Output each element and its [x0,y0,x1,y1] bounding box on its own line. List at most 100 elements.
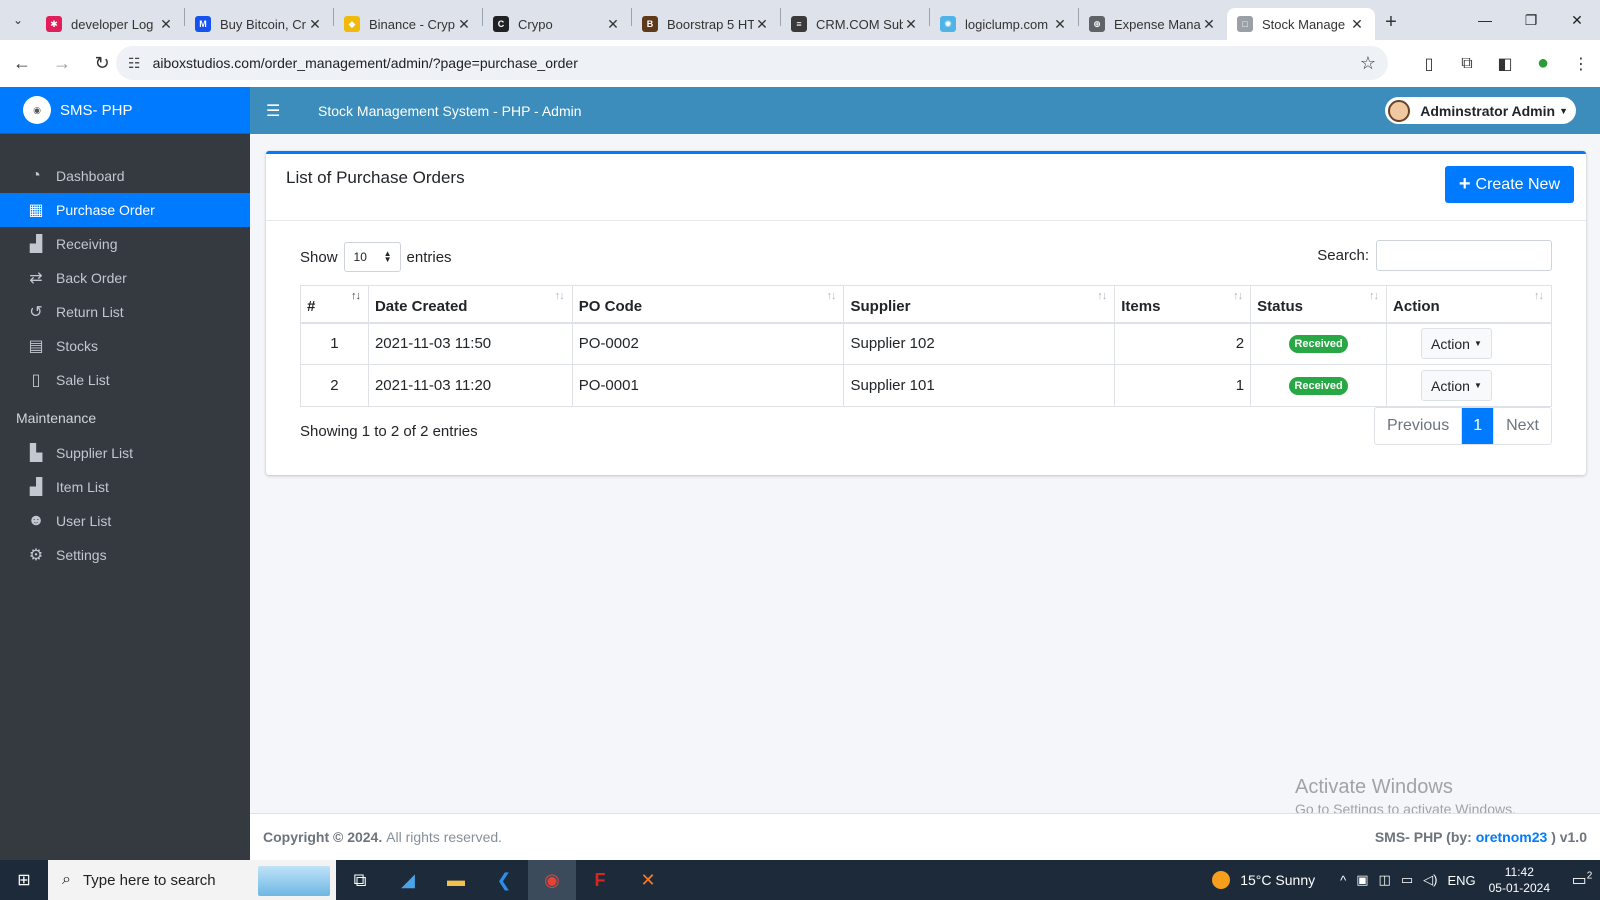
column-header[interactable]: Date Created ↑↓ [367,285,573,324]
action-dropdown-button[interactable]: Action ▼ [1421,328,1492,360]
windows-start-icon[interactable]: ⊞ [0,860,48,900]
tray-app-icon[interactable]: ▣ [1356,872,1368,888]
filezilla-icon[interactable]: F [576,860,624,900]
column-header[interactable]: Status ↑↓ [1250,285,1388,324]
network-icon[interactable]: ▭ [1401,872,1413,888]
clock[interactable]: 11:42 05-01-2024 [1489,864,1550,896]
sidebar-item-return-list[interactable]: ↺ Return List [0,295,250,329]
page-length-select[interactable]: 10 ▲ ▼ [343,242,401,272]
browser-tab[interactable]: B Boorstrap 5 HT ✕ [632,8,780,40]
browser-tab[interactable]: ✱ developer Log ✕ [36,8,184,40]
puzzle-icon[interactable]: ⧉ [1448,55,1486,73]
column-header-label: Date Created [374,298,468,316]
taskbar-search[interactable]: ⌕ Type here to search [48,860,336,900]
page-length-value: 10 [353,250,367,264]
sidepanel-icon[interactable]: ◧ [1486,54,1524,74]
column-header[interactable]: Action ↑↓ [1386,285,1552,324]
search-input[interactable] [1376,240,1552,271]
app-icon[interactable]: ◢ [384,860,432,900]
omnibox[interactable]: ☷ aiboxstudios.com/order_management/admi… [116,46,1388,80]
browser-tab[interactable]: ⊕ Expense Mana ✕ [1079,8,1227,40]
hamburger-menu-icon[interactable]: ☰ [266,101,286,121]
sidebar-item-back-order[interactable]: ⇄ Back Order [0,261,250,295]
pagination-next[interactable]: Next [1494,408,1551,444]
restore-icon[interactable]: ❐ [1508,0,1554,40]
column-header[interactable]: Items ↑↓ [1114,285,1252,324]
tab-close-icon[interactable]: ✕ [1052,16,1068,33]
sidebar-item-item-list[interactable]: ▟ Item List [0,470,250,504]
sidebar-item-label: Purchase Order [56,202,155,218]
back-icon[interactable]: ← [4,46,40,82]
chrome-icon[interactable]: ◉ [528,860,576,900]
sidebar-item-label: Receiving [56,236,118,252]
tab-close-icon[interactable]: ✕ [1201,16,1217,33]
tab-close-icon[interactable]: ✕ [307,16,323,33]
column-header[interactable]: Supplier ↑↓ [843,285,1116,324]
sidebar-item-purchase-order[interactable]: ▦ Purchase Order [0,193,250,227]
row-supplier: Supplier 102 [843,322,1116,365]
reload-icon[interactable]: ↻ [84,46,120,82]
column-header[interactable]: # ↑↓ [300,285,369,324]
close-window-icon[interactable]: ✕ [1554,0,1600,40]
datatable-controls: Show 10 ▲ ▼ entries Search: [300,238,1552,272]
author-link[interactable]: oretnom23 [1476,829,1548,845]
sidebar-item-sale-list[interactable]: ▯ Sale List [0,363,250,397]
rights-text: All rights reserved. [386,829,503,845]
tab-title: developer Log [71,16,154,32]
create-new-button[interactable]: + Create New [1444,166,1574,203]
weather-widget[interactable]: 15°C Sunny [1212,871,1315,889]
bookmark-star-icon[interactable]: ☆ [1360,53,1376,74]
sidebar-item-receiving[interactable]: ▟ Receiving [0,227,250,261]
volume-icon[interactable]: ◁) [1423,872,1437,888]
show-label: Show [300,248,338,266]
tab-list: ✱ developer Log ✕ M Buy Bitcoin, Cr ✕ ◆ Binance… [36,0,1375,40]
new-tab-button[interactable]: + [1375,11,1407,34]
tab-close-icon[interactable]: ✕ [605,16,621,33]
url-text[interactable]: aiboxstudios.com/order_management/admin/… [153,55,1360,71]
browser-tab[interactable]: ≡ CRM.COM Sub ✕ [781,8,929,40]
action-dropdown-button[interactable]: Action ▼ [1421,370,1492,401]
browser-tab[interactable]: C Crypo ✕ [483,8,631,40]
extension-icon[interactable]: ▯ [1410,54,1448,74]
user-menu[interactable]: Adminstrator Admin ▼ [1385,97,1576,124]
xampp-icon[interactable]: ✕ [624,860,672,900]
table-row: 2 2021-11-03 11:20 PO-0001 Supplier 101 1 Rec… [300,364,1552,407]
profile-icon[interactable]: ● [1524,52,1562,75]
tab-close-icon[interactable]: ✕ [754,16,770,33]
file-explorer-icon[interactable]: ▬ [432,860,480,900]
browser-tab[interactable]: □ Stock Manage ✕ [1227,8,1375,40]
tab-search-dropdown-icon[interactable]: ⌄ [0,0,36,40]
action-label: Action [1431,335,1470,352]
browser-tab[interactable]: M Buy Bitcoin, Cr ✕ [185,8,333,40]
tab-close-icon[interactable]: ✕ [903,16,919,33]
sidebar: ◉ SMS- PHP ◔ Dashboard ▦ Purchase Order ▟ Rec… [0,87,250,860]
sidebar-item-stocks[interactable]: ▤ Stocks [0,329,250,363]
sidebar-item-settings[interactable]: ⚙ Settings [0,538,250,572]
tray-meet-icon[interactable]: ◫ [1379,872,1391,888]
browser-tab[interactable]: ◆ Binance - Cryp ✕ [334,8,482,40]
forward-icon[interactable]: → [44,46,80,82]
pagination-page-1[interactable]: 1 [1462,408,1495,444]
sidebar-item-user-list[interactable]: ☻ User List [0,504,250,538]
menu-kebab-icon[interactable]: ⋮ [1562,54,1600,74]
tab-close-icon[interactable]: ✕ [158,16,174,33]
sort-icon: ↑↓ [826,290,836,302]
notifications-icon[interactable]: ▭2 [1564,870,1600,890]
language-indicator[interactable]: ENG [1447,873,1475,888]
browser-tab[interactable]: ✺ logiclump.com ✕ [930,8,1078,40]
purchase-orders-table: # ↑↓ Date Created ↑↓ PO Code ↑↓ Supplier ↑↓ Item… [300,285,1552,407]
tab-close-icon[interactable]: ✕ [456,16,472,33]
pagination-previous[interactable]: Previous [1375,408,1463,444]
tab-close-icon[interactable]: ✕ [1349,16,1365,33]
tab-favicon-icon: ≡ [791,16,807,32]
task-view-icon[interactable]: ⧉ [336,860,384,900]
brand[interactable]: ◉ SMS- PHP [0,87,250,134]
tab-title: Crypo [518,16,553,32]
tray-expand-icon[interactable]: ^ [1340,873,1346,888]
minimize-icon[interactable]: — [1462,0,1508,40]
column-header[interactable]: PO Code ↑↓ [571,285,845,324]
site-info-icon[interactable]: ☷ [128,55,141,72]
vscode-icon[interactable]: ❮ [480,860,528,900]
sidebar-item-supplier-list[interactable]: ▙ Supplier List [0,436,250,470]
sidebar-item-dashboard[interactable]: ◔ Dashboard [0,159,250,193]
